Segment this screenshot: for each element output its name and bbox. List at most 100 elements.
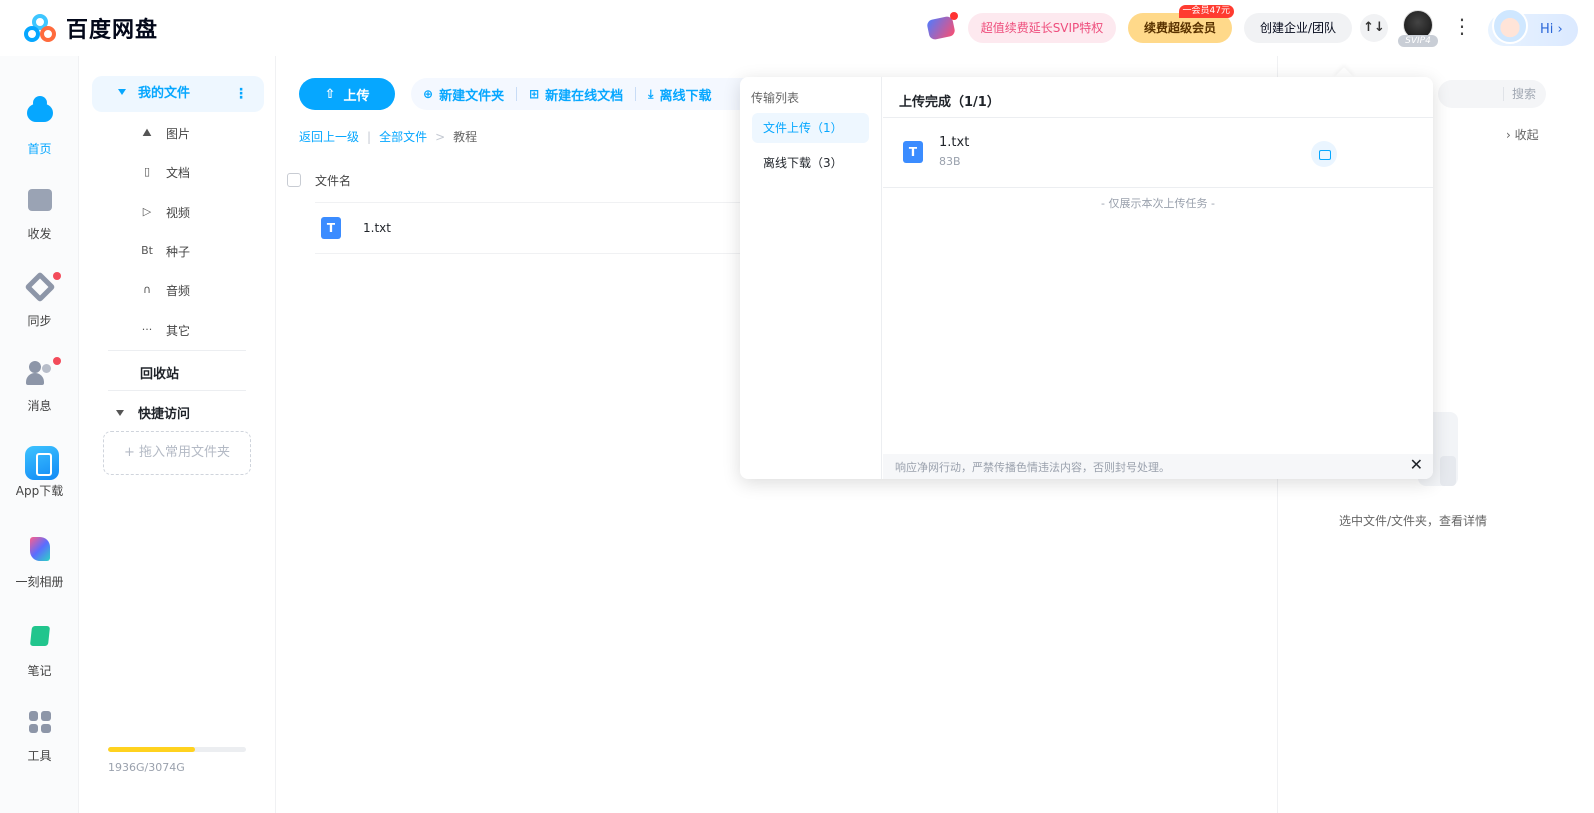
breadcrumb: 返回上一级 | 全部文件 > 教程 bbox=[299, 128, 477, 145]
sidebar-item-images[interactable]: ⛰ 图片 bbox=[140, 121, 260, 145]
notification-dot bbox=[52, 357, 61, 365]
txt-file-icon: T bbox=[321, 217, 341, 239]
transfer-item: T 1.txt 83B bbox=[901, 133, 1421, 173]
nav-item-home[interactable]: 首页 bbox=[0, 96, 79, 157]
my-files-label: 我的文件 bbox=[138, 86, 191, 101]
left-nav: 首页 收发 同步 消息 App下载 一刻相册 笔记 工具 bbox=[0, 56, 79, 813]
game-center-icon[interactable] bbox=[926, 12, 958, 41]
upload-button[interactable]: ⇧ 上传 bbox=[299, 78, 395, 110]
upload-icon: ⇧ bbox=[324, 86, 336, 102]
nav-item-share[interactable]: 收发 bbox=[0, 185, 79, 242]
nav-label: 同步 bbox=[27, 314, 52, 328]
storage-quota-bar bbox=[108, 747, 246, 752]
nav-label: 工具 bbox=[27, 749, 52, 763]
sidebar-item-label: 图片 bbox=[166, 126, 191, 141]
txt-file-icon: T bbox=[903, 141, 923, 163]
sidebar-item-label: 其它 bbox=[166, 323, 191, 338]
nav-item-sync[interactable]: 同步 bbox=[0, 271, 79, 329]
drop-common-folder-zone[interactable]: + 拖入常用文件夹 bbox=[103, 431, 251, 475]
assistant-avatar-icon bbox=[1492, 8, 1528, 44]
sidebar-item-label: 视频 bbox=[166, 205, 191, 220]
popup-footer: 响应净网行动，严禁传播色情违法内容，否则封号处理。 ✕ bbox=[883, 454, 1433, 479]
phone-app-icon bbox=[24, 446, 59, 480]
folder-plus-icon: ⊕ bbox=[423, 87, 434, 101]
transfer-file-name: 1.txt bbox=[939, 135, 970, 150]
app-title: 百度网盘 bbox=[66, 18, 159, 43]
transfer-list-button[interactable]: ↑↓ bbox=[1360, 14, 1388, 42]
renew-label: 续费超级会员 bbox=[1143, 21, 1216, 35]
offline-label: 离线下载 bbox=[659, 88, 712, 104]
app-logo[interactable]: 百度网盘 bbox=[24, 12, 158, 44]
caret-down-icon bbox=[116, 409, 124, 416]
assistant-hi-button[interactable]: Hi › bbox=[1488, 8, 1578, 46]
new-online-doc-button[interactable]: ⊞ 新建在线文档 bbox=[517, 85, 635, 104]
tools-grid-icon bbox=[25, 711, 55, 741]
file-sidebar: 我的文件 ⋮ ⛰ 图片 ▯ 文档 ▷ 视频 Bt 种子 ∩ 音频 ··· 其它 … bbox=[80, 56, 276, 813]
sidebar-item-recycle-bin[interactable]: 回收站 bbox=[140, 363, 179, 382]
nav-item-tools[interactable]: 工具 bbox=[0, 707, 79, 764]
renew-membership-button[interactable]: 续费超级会员 一会员47元 bbox=[1128, 5, 1234, 43]
divider bbox=[883, 187, 1433, 188]
select-all-checkbox[interactable] bbox=[287, 173, 301, 187]
nav-label: 消息 bbox=[27, 399, 52, 413]
file-name[interactable]: 1.txt bbox=[363, 221, 391, 235]
breadcrumb-separator: > bbox=[435, 129, 446, 144]
search-input[interactable]: 搜索 bbox=[1438, 80, 1546, 108]
sidebar-item-audio[interactable]: ∩ 音频 bbox=[140, 278, 260, 302]
top-bar: 百度网盘 超值续费延长SVIP特权 续费超级会员 一会员47元 创建企业/团队 … bbox=[0, 0, 1594, 56]
divider bbox=[108, 390, 246, 391]
sidebar-item-videos[interactable]: ▷ 视频 bbox=[140, 200, 260, 224]
breadcrumb-separator: | bbox=[367, 129, 372, 144]
sidebar-item-my-files[interactable]: 我的文件 ⋮ bbox=[92, 76, 264, 112]
collapse-panel-button[interactable]: › 收起 bbox=[1506, 126, 1539, 143]
policy-warning-text: 响应净网行动，严禁传播色情违法内容，否则封号处理。 bbox=[895, 461, 1170, 474]
nav-item-notes[interactable]: 笔记 bbox=[0, 621, 79, 679]
column-header-name[interactable]: 文件名 bbox=[315, 172, 351, 189]
transfer-content: 上传完成（1/1） T 1.txt 83B - 仅展示本次上传任务 - 响应净网… bbox=[883, 77, 1433, 479]
offline-download-button[interactable]: ⤓ 离线下载 bbox=[636, 85, 723, 104]
transfer-tabs-panel: 传输列表 文件上传（1） 离线下载（3） bbox=[740, 77, 882, 479]
nav-item-messages[interactable]: 消息 bbox=[0, 357, 79, 414]
divider bbox=[108, 350, 246, 351]
sidebar-item-torrents[interactable]: Bt 种子 bbox=[140, 239, 260, 263]
breadcrumb-back-link[interactable]: 返回上一级 bbox=[299, 128, 359, 145]
nav-label: 收发 bbox=[27, 227, 52, 241]
svip-promo-button[interactable]: 超值续费延长SVIP特权 bbox=[968, 13, 1116, 43]
breadcrumb-all-files-link[interactable]: 全部文件 bbox=[379, 128, 427, 145]
svip-level-badge: SVIP4 bbox=[1398, 35, 1438, 47]
new-folder-label: 新建文件夹 bbox=[439, 88, 505, 104]
bt-icon: Bt bbox=[141, 244, 153, 257]
new-doc-label: 新建在线文档 bbox=[545, 88, 624, 104]
create-team-button[interactable]: 创建企业/团队 bbox=[1244, 13, 1352, 43]
headphones-icon: ∩ bbox=[142, 283, 152, 296]
nav-label: App下载 bbox=[15, 484, 64, 498]
transfer-list-title: 传输列表 bbox=[751, 91, 800, 105]
kebab-menu-icon[interactable]: ⋮ bbox=[234, 84, 248, 104]
tab-offline-download[interactable]: 离线下载（3） bbox=[752, 148, 869, 178]
quick-access-label: 快捷访问 bbox=[138, 407, 191, 422]
search-button[interactable]: 搜索 bbox=[1502, 87, 1536, 101]
new-folder-button[interactable]: ⊕ 新建文件夹 bbox=[411, 85, 516, 104]
upload-complete-heading: 上传完成（1/1） bbox=[899, 95, 1000, 110]
detail-hint-text: 选中文件/文件夹，查看详情 bbox=[1338, 514, 1488, 528]
play-icon: ▷ bbox=[142, 205, 152, 218]
renew-price-tag: 一会员47元 bbox=[1178, 5, 1234, 18]
nav-item-album[interactable]: 一刻相册 bbox=[0, 534, 79, 590]
baidu-netdisk-logo-icon bbox=[24, 12, 60, 44]
ellipsis-icon: ··· bbox=[141, 323, 153, 336]
cloud-icon bbox=[25, 96, 55, 134]
sidebar-item-other[interactable]: ··· 其它 bbox=[140, 318, 260, 342]
document-icon: ▯ bbox=[143, 165, 151, 178]
note-icon bbox=[25, 626, 55, 656]
tab-file-upload[interactable]: 文件上传（1） bbox=[752, 113, 869, 143]
image-icon: ⛰ bbox=[142, 126, 152, 139]
storage-quota-fill bbox=[108, 747, 195, 752]
sidebar-item-quick-access[interactable]: 快捷访问 bbox=[116, 403, 190, 422]
more-menu-icon[interactable]: ⋮ bbox=[1452, 14, 1472, 42]
close-icon[interactable]: ✕ bbox=[1410, 455, 1423, 474]
sidebar-item-docs[interactable]: ▯ 文档 bbox=[140, 160, 260, 184]
nav-item-app-download[interactable]: App下载 bbox=[0, 446, 79, 499]
storage-quota-text: 1936G/3074G bbox=[108, 761, 185, 774]
notification-dot bbox=[52, 272, 61, 280]
open-folder-icon[interactable] bbox=[1311, 141, 1337, 167]
